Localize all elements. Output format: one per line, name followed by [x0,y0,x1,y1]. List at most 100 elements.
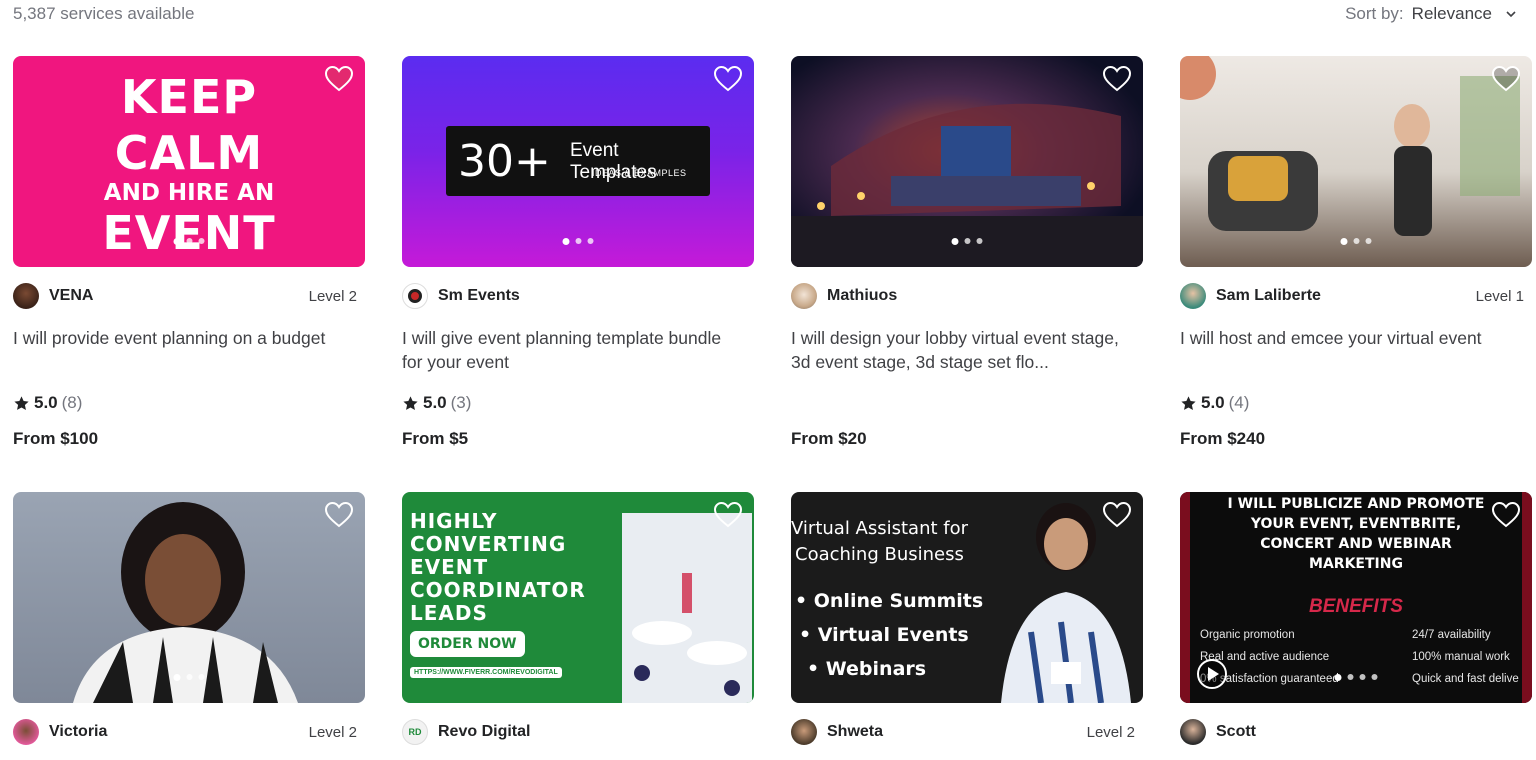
gig-thumbnail[interactable]: KEEP CALM AND HIRE AN EVENT [13,56,365,267]
thumb-text-line: EVENT [410,555,489,579]
star-icon [14,395,29,410]
gig-thumbnail[interactable] [791,56,1143,267]
seller-row: RD Revo Digital [402,719,754,745]
services-count: 5,387 services available [13,4,195,23]
seller-level: Level 2 [1086,723,1135,741]
avatar[interactable] [791,283,817,309]
thumb-headline: HIGHLY CONVERTING EVENT COORDINATOR LEAD… [410,510,586,625]
seller-name[interactable]: Sm Events [438,287,520,305]
carousel-dots[interactable] [951,238,983,245]
review-count: (4) [1228,393,1250,412]
seller-row: Sm Events [402,283,754,309]
gig-title[interactable]: I will give event planning template bund… [402,326,732,374]
avatar[interactable] [13,719,39,745]
stage-illustration [791,103,1143,267]
sort-label: Sort by: [1345,4,1404,23]
carousel-dots[interactable] [1340,238,1372,245]
seller-name[interactable]: Shweta [827,723,883,741]
gig-card[interactable]: Victoria Level 2 [13,492,365,745]
thumb-text-line: Organic promotion [1200,629,1295,641]
gig-thumbnail[interactable]: HIGHLY CONVERTING EVENT COORDINATOR LEAD… [402,492,754,703]
star-icon [403,395,418,410]
thumb-text-line: COORDINATOR [410,578,586,602]
rating-value: 5.0 [34,393,58,412]
thumb-headline: I WILL PUBLICIZE AND PROMOTE YOUR EVENT,… [1180,494,1532,574]
speaker-illustration [1180,56,1520,236]
gig-title[interactable]: I will host and emcee your virtual event [1180,326,1536,350]
thumb-text-line: • Online Summits [795,590,984,612]
heart-icon[interactable] [1103,66,1131,92]
gig-price[interactable]: From $240 [1180,429,1265,449]
gig-thumbnail[interactable] [13,492,365,703]
thumb-text-line: IDEAS & EXAMPLES [592,168,687,178]
avatar[interactable] [1180,719,1206,745]
thumb-text-line: • Virtual Events [799,624,969,646]
thumb-text-line: CALM [114,126,264,180]
avatar[interactable] [1180,283,1206,309]
gig-title[interactable]: I will provide event planning on a budge… [13,326,373,350]
star-icon [1181,395,1196,410]
thumb-text-line: YOUR EVENT, EVENTBRITE, [1250,516,1462,532]
avatar[interactable] [13,283,39,309]
heart-icon[interactable] [1492,66,1520,92]
gig-card[interactable]: Mathiuos I will design your lobby virtua… [791,56,1143,448]
seller-row: Shweta Level 2 [791,719,1143,745]
seller-row: Sam Laliberte Level 1 [1180,283,1532,309]
portrait-illustration [73,502,298,703]
sort-value[interactable]: Relevance [1412,4,1492,24]
carousel-dots[interactable] [1334,674,1378,681]
avatar[interactable] [791,719,817,745]
avatar[interactable]: RD [402,719,428,745]
heart-icon[interactable] [1492,502,1520,528]
seller-name[interactable]: Sam Laliberte [1216,287,1321,305]
avatar[interactable] [402,283,428,309]
seller-name[interactable]: VENA [49,287,93,305]
review-count: (3) [450,393,472,412]
heart-icon[interactable] [325,66,353,92]
gig-thumbnail[interactable]: Virtual Assistant for Coaching Business … [791,492,1143,703]
results-header: 5,387 services available Sort by: Releva… [0,0,1536,30]
carousel-dots[interactable] [173,674,205,681]
ballroom-illustration [622,513,752,703]
gig-card[interactable]: KEEP CALM AND HIRE AN EVENT VENA Level 2… [13,56,365,448]
gig-price[interactable]: From $100 [13,429,98,449]
gig-price[interactable]: From $5 [402,429,468,449]
seller-name[interactable]: Victoria [49,723,107,741]
gig-title[interactable]: I will design your lobby virtual event s… [791,326,1141,374]
gig-rating: 5.0 (8) [13,393,82,413]
thumb-bullets: • Online Summits • Virtual Events • Webi… [795,584,983,686]
play-icon[interactable] [1196,658,1228,690]
gig-thumbnail[interactable]: I WILL PUBLICIZE AND PROMOTE YOUR EVENT,… [1180,492,1532,703]
heart-icon[interactable] [1103,502,1131,528]
chevron-down-icon[interactable] [1506,9,1516,19]
carousel-dots[interactable] [173,238,205,245]
heart-icon[interactable] [325,502,353,528]
thumb-headline: Virtual Assistant for Coaching Business [791,516,968,568]
gig-card[interactable]: 30+ Event Templates IDEAS & EXAMPLES Sm … [402,56,754,448]
seller-name[interactable]: Revo Digital [438,723,530,741]
thumb-text-line: KEEP [120,70,258,124]
gig-card[interactable]: Sam Laliberte Level 1 I will host and em… [1180,56,1532,448]
seller-name[interactable]: Mathiuos [827,287,897,305]
carousel-dots[interactable] [562,238,594,245]
gig-card[interactable]: HIGHLY CONVERTING EVENT COORDINATOR LEAD… [402,492,754,745]
heart-icon[interactable] [714,66,742,92]
seller-name[interactable]: Scott [1216,723,1256,741]
thumb-text-line: 100% manual work [1412,651,1510,663]
gig-card[interactable]: I WILL PUBLICIZE AND PROMOTE YOUR EVENT,… [1180,492,1532,745]
seller-level: Level 2 [308,287,357,305]
thumb-text-line: LEADS [410,601,488,625]
thumb-text-line: HIGHLY [410,509,498,533]
gig-thumbnail[interactable]: 30+ Event Templates IDEAS & EXAMPLES [402,56,754,267]
thumb-text-line: Coaching Business [795,544,964,565]
sort-dropdown[interactable]: Sort by: Relevance [1345,4,1516,24]
thumb-text-line: Quick and fast delive [1412,673,1519,685]
seller-level: Level 2 [308,723,357,741]
gig-thumbnail[interactable] [1180,56,1532,267]
gig-card[interactable]: Virtual Assistant for Coaching Business … [791,492,1143,745]
thumb-text-line: • Webinars [807,658,927,680]
gig-price[interactable]: From $20 [791,429,867,449]
thumb-text-line: MARKETING [1309,556,1403,572]
thumb-text-line: EVENT [102,206,276,260]
heart-icon[interactable] [714,502,742,528]
